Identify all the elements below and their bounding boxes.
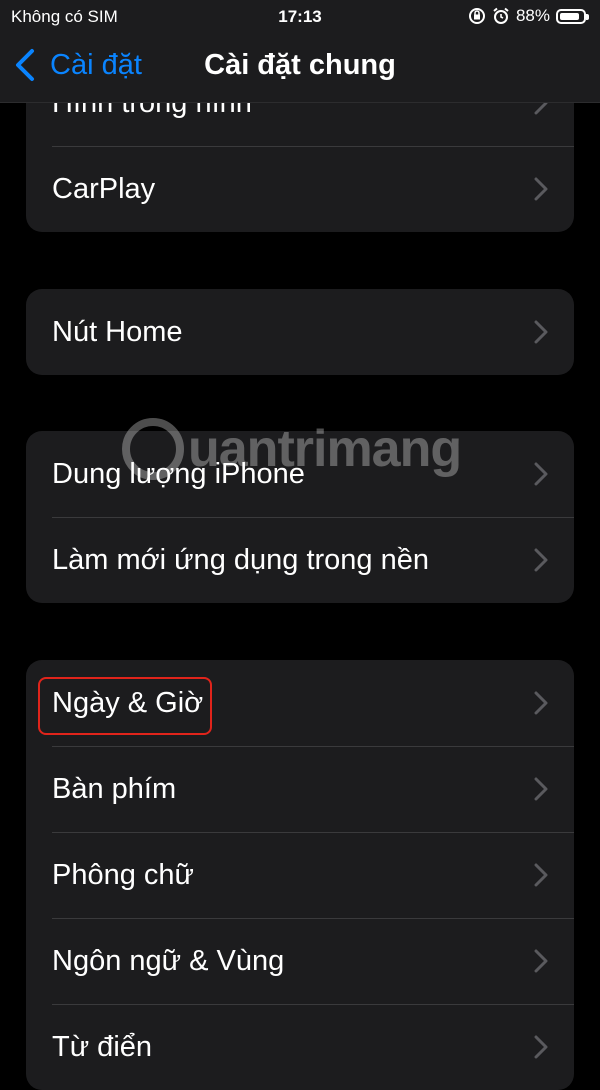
status-bar: Không có SIM 17:13 88%	[0, 0, 600, 34]
chevron-right-icon	[534, 777, 548, 801]
row-label: Làm mới ứng dụng trong nền	[52, 543, 429, 576]
navigation-bar: Cài đặt Cài đặt chung	[0, 34, 600, 103]
chevron-right-icon	[534, 462, 548, 486]
row-language-region[interactable]: Ngôn ngữ & Vùng	[26, 918, 574, 1004]
watermark-logo-icon	[122, 418, 184, 480]
row-background-app-refresh[interactable]: Làm mới ứng dụng trong nền	[26, 517, 574, 603]
row-label: Phông chữ	[52, 858, 194, 891]
row-dictionary[interactable]: Từ điển	[26, 1004, 574, 1090]
watermark-text: uantrimang	[188, 420, 462, 478]
row-home-button[interactable]: Nút Home	[26, 289, 574, 375]
battery-percent: 88%	[515, 6, 550, 25]
alarm-icon	[493, 7, 509, 24]
chevron-right-icon	[534, 177, 548, 201]
battery-icon	[556, 8, 589, 24]
chevron-right-icon	[534, 949, 548, 973]
highlight-box	[38, 677, 212, 735]
chevron-right-icon	[534, 1035, 548, 1059]
status-icons: 88%	[468, 6, 589, 26]
row-label: Ngôn ngữ & Vùng	[52, 944, 285, 977]
orientation-lock-icon	[468, 8, 485, 24]
row-label: CarPlay	[52, 172, 156, 205]
row-keyboard[interactable]: Bàn phím	[26, 746, 574, 832]
page-title: Cài đặt chung	[204, 49, 396, 81]
chevron-right-icon	[534, 691, 548, 715]
group-home: Nút Home	[26, 289, 574, 375]
row-label: Từ điển	[52, 1030, 153, 1063]
row-fonts[interactable]: Phông chữ	[26, 832, 574, 918]
chevron-right-icon	[534, 548, 548, 572]
settings-list: Hình trong hình CarPlay Nút Home Dung lư…	[0, 0, 600, 1090]
chevron-right-icon	[534, 863, 548, 887]
row-label: Nút Home	[52, 315, 183, 348]
row-label: Bàn phím	[52, 772, 177, 805]
watermark: uantrimang	[122, 418, 462, 480]
chevron-right-icon	[534, 320, 548, 344]
row-carplay[interactable]: CarPlay	[26, 146, 574, 232]
